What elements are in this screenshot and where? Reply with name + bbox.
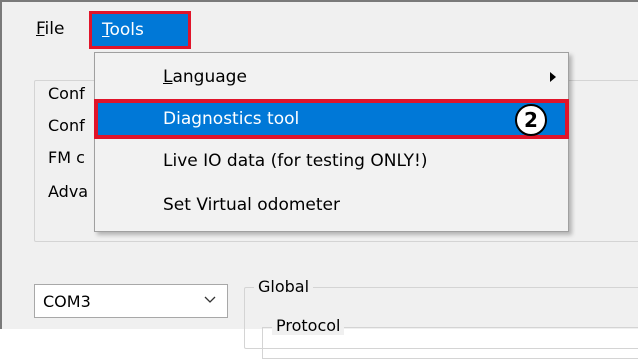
menu-item-live-io-data[interactable]: Live IO data (for testing ONLY!) [95, 143, 568, 179]
com-port-select[interactable]: COM3 [34, 284, 228, 318]
bg-label-3[interactable]: FM c [48, 148, 85, 167]
bg-label-2[interactable]: Conf [48, 116, 85, 135]
menu-file[interactable]: File [30, 16, 70, 42]
menu-file-mnemonic: F [36, 19, 45, 39]
triangle-right-icon [550, 72, 556, 82]
menu-item-language-label: anguage [172, 67, 247, 87]
menu-tools[interactable]: Tools [89, 11, 191, 49]
menu-tools-label: ools [109, 20, 144, 40]
step-number-badge: 2 [515, 104, 547, 136]
window-border-left [0, 0, 2, 329]
menu-item-live-io-label: Live IO data (for testing ONLY!) [163, 151, 428, 171]
global-group-label: Global [254, 277, 314, 296]
menu-item-language[interactable]: Language [95, 59, 568, 95]
com-port-value: COM3 [43, 292, 91, 311]
app-window: Conf Conf FM c Adva COM3 Global Protocol… [0, 0, 638, 359]
menu-item-set-virtual-odometer[interactable]: Set Virtual odometer [95, 187, 568, 223]
menu-tools-mnemonic: T [102, 20, 110, 40]
window-border-top [0, 0, 638, 2]
menu-item-odometer-label: Set Virtual odometer [163, 195, 340, 215]
bg-label-1: Conf [48, 84, 85, 103]
chevron-down-icon [204, 296, 216, 303]
tools-dropdown-menu: Language Diagnostics tool 2 Live IO data… [94, 52, 569, 232]
menu-file-label: ile [44, 19, 65, 39]
menu-item-diagnostics-label: Diagnostics tool [163, 109, 300, 129]
menu-bar: File Tools [2, 2, 638, 49]
bg-label-4[interactable]: Adva [48, 182, 88, 201]
protocol-group-label: Protocol [272, 316, 345, 335]
menu-item-diagnostics-tool[interactable]: Diagnostics tool 2 [94, 99, 569, 139]
